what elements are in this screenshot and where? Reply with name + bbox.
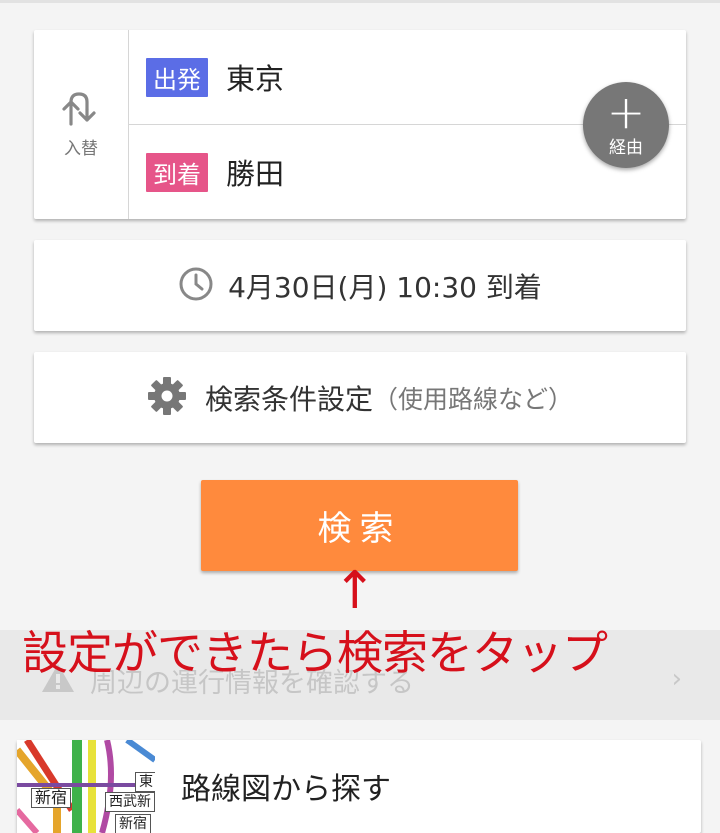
search-conditions-button[interactable]: 検索条件設定 （使用路線など）	[34, 352, 686, 443]
plus-icon: +	[606, 84, 646, 139]
via-label: 経由	[609, 137, 643, 158]
thumb-label: 新宿	[115, 814, 151, 833]
thumb-label: 西武新	[105, 792, 155, 812]
search-conditions-label: 検索条件設定	[204, 382, 373, 416]
arrival-tag: 到着	[146, 152, 208, 192]
departure-tag: 出発	[146, 57, 208, 97]
route-map-label: 路線図から探す	[181, 772, 391, 807]
arrival-station[interactable]: 勝田	[226, 151, 284, 193]
search-button[interactable]: 検索	[201, 480, 518, 571]
route-map-thumbnail: 新宿 東 西武新 新宿	[17, 740, 155, 833]
clock-icon	[178, 266, 214, 306]
datetime-label: 4月30日(月) 10:30 到着	[228, 270, 542, 304]
annotation-text: 設定ができたら検索をタップ	[22, 626, 608, 680]
add-via-button[interactable]: + 経由	[583, 82, 669, 168]
datetime-button[interactable]: 4月30日(月) 10:30 到着	[34, 240, 686, 331]
search-conditions-sublabel: （使用路線など）	[373, 384, 574, 414]
top-divider	[0, 0, 720, 3]
gear-icon	[147, 376, 187, 420]
thumb-label: 東	[135, 772, 155, 792]
route-map-button[interactable]: 新宿 東 西武新 新宿 路線図から探す	[17, 740, 701, 833]
thumb-label: 新宿	[31, 788, 72, 808]
swap-icon	[61, 90, 101, 132]
annotation-arrow-icon: ↑	[333, 561, 377, 621]
swap-label: 入替	[64, 139, 98, 159]
search-button-label: 検索	[317, 509, 402, 549]
swap-stations-button[interactable]: 入替	[34, 30, 129, 219]
departure-station[interactable]: 東京	[226, 56, 284, 98]
